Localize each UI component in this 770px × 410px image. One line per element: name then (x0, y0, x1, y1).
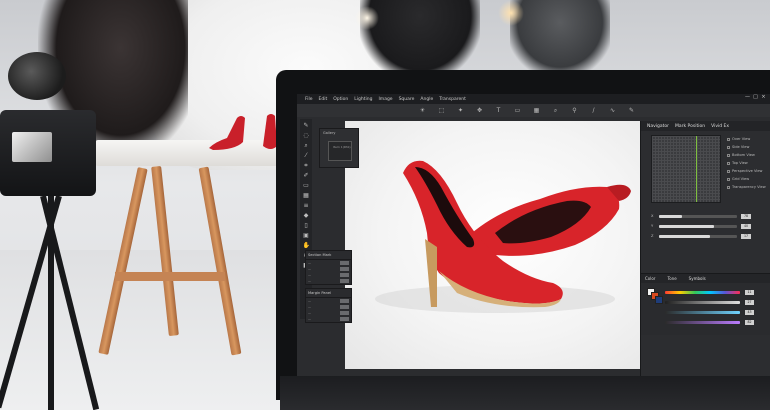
view-option[interactable]: Side View (727, 145, 766, 149)
close-button[interactable]: × (761, 95, 766, 100)
maximize-button[interactable]: □ (753, 95, 758, 100)
gallery-thumbnail[interactable]: Item 1(PAS) (328, 141, 352, 161)
menu-item-angle[interactable]: Angle (420, 97, 433, 102)
view-option[interactable]: Over View (727, 137, 766, 141)
stamp-icon[interactable]: ▣ (303, 232, 310, 239)
crop-icon[interactable]: ⌗ (303, 162, 310, 169)
tab-symbols[interactable]: Symbols (689, 276, 706, 281)
chat-icon[interactable]: ▭ (514, 107, 521, 114)
curve-icon[interactable]: ∿ (609, 107, 616, 114)
margin-panel: Margin Panel — — — — (305, 288, 352, 323)
sparkle-icon[interactable]: ✦ (457, 107, 464, 114)
panel-row[interactable]: — (306, 278, 351, 284)
search-icon[interactable]: ⌕ (552, 107, 559, 114)
text-icon[interactable]: T (495, 107, 502, 114)
background-person (360, 0, 480, 80)
position-sliders: X 78 Y 40 Z 17 (651, 211, 766, 241)
menu-item-file[interactable]: File (305, 97, 313, 102)
gallery-title: Gallery (323, 131, 336, 135)
photo-studio-scene: File Edit Option Lighting Image Square A… (0, 0, 770, 410)
slider-x[interactable]: X 78 (651, 211, 766, 221)
navigator-guide-line (696, 136, 697, 202)
toolbar: ☀ ⬚ ✦ ✥ T ▭ ▦ ⌕ ⚲ / ∿ ✎ (297, 104, 770, 117)
pin-icon[interactable]: ⚲ (571, 107, 578, 114)
tab-tone[interactable]: Tone (667, 276, 676, 281)
color-tabs: Color Tone Symbols (641, 274, 770, 283)
grid-icon[interactable]: ▦ (533, 107, 540, 114)
tab-mark-position[interactable]: Mark Position (675, 124, 705, 129)
lasso-icon[interactable]: ◌ (303, 132, 310, 139)
menu-item-edit[interactable]: Edit (319, 97, 328, 102)
lightness-slider[interactable] (665, 301, 740, 304)
photo-editor-window: File Edit Option Lighting Image Square A… (297, 94, 770, 376)
red-heels-photo (375, 160, 631, 313)
tab-color[interactable]: Color (645, 276, 655, 281)
margin-panel-title: Margin Panel (306, 289, 351, 298)
panel-row[interactable]: — (306, 316, 351, 322)
view-option[interactable]: Transparency View (727, 185, 766, 189)
tab-navigator[interactable]: Navigator (647, 124, 669, 129)
section-mark-title: Section Mark (306, 251, 351, 260)
dashed-rect-icon[interactable]: ⬚ (438, 107, 445, 114)
background-swatch[interactable] (655, 296, 663, 304)
gallery-panel[interactable]: Gallery Item 1(PAS) (319, 128, 359, 168)
needle-icon[interactable]: / (590, 107, 597, 114)
search-icon[interactable]: ⌕ (303, 142, 310, 149)
tab-vivid-ex[interactable]: Vivid Ex (711, 124, 729, 129)
microphone (8, 52, 66, 100)
layers-icon[interactable]: ≡ (303, 202, 310, 209)
channel-value[interactable]: 27 (745, 300, 754, 305)
channel-value[interactable]: 11 (745, 290, 754, 295)
sun-icon[interactable]: ☀ (419, 107, 426, 114)
menu-item-square[interactable]: Square (399, 97, 415, 102)
menu-item-transparent[interactable]: Transparent (439, 97, 466, 102)
eraser-icon[interactable]: ▯ (303, 222, 310, 229)
table-shoes (209, 114, 277, 150)
image-canvas[interactable] (345, 121, 672, 369)
channel-value[interactable]: 43 (745, 310, 754, 315)
menu-item-image[interactable]: Image (378, 97, 392, 102)
hand-icon[interactable]: ✋ (303, 242, 310, 249)
view-option[interactable]: Bottom View (727, 153, 766, 157)
shape-icon[interactable]: ▭ (303, 182, 310, 189)
minimize-button[interactable]: — (745, 95, 750, 100)
navigator-preview[interactable] (651, 135, 721, 203)
slider-y[interactable]: Y 40 (651, 221, 766, 231)
hue-slider[interactable] (665, 291, 740, 294)
eyedropper-icon[interactable]: ⁄ (303, 152, 310, 159)
menu-item-option[interactable]: Option (333, 97, 348, 102)
monitor-chin (280, 376, 770, 410)
table-shelf (115, 272, 225, 281)
grid-icon[interactable]: ▦ (303, 192, 310, 199)
studio-light (498, 0, 524, 26)
slider-value[interactable]: 78 (741, 213, 751, 219)
channel-value[interactable]: 82 (745, 320, 754, 325)
section-mark-panel: Section Mark — — — — (305, 250, 352, 285)
background-person (510, 0, 610, 75)
window-controls: — □ × (745, 95, 766, 100)
slider-value[interactable]: 40 (741, 223, 751, 229)
navigator-panel: Navigator Mark Position Vivid Ex Over Vi… (640, 121, 770, 376)
brush-icon[interactable]: ✐ (303, 172, 310, 179)
view-option[interactable]: Top View (727, 161, 766, 165)
view-option[interactable]: Perspective View (727, 169, 766, 173)
brush-icon[interactable]: ✎ (628, 107, 635, 114)
view-option[interactable]: Grid View (727, 177, 766, 181)
color-panel: Color Tone Symbols 11 27 43 82 (641, 273, 770, 335)
fill-icon[interactable]: ◆ (303, 212, 310, 219)
studio-light (355, 6, 379, 30)
camera-screen (12, 132, 52, 162)
slider-value[interactable]: 17 (741, 233, 751, 239)
view-options: Over View Side View Bottom View Top View… (727, 137, 766, 189)
tripod-leg (48, 196, 54, 410)
gallery-thumbnail-label: Item 1(PAS) (333, 145, 351, 149)
move-icon[interactable]: ✥ (476, 107, 483, 114)
slider-z[interactable]: Z 17 (651, 231, 766, 241)
menu-item-lighting[interactable]: Lighting (354, 97, 372, 102)
menu-bar: File Edit Option Lighting Image Square A… (297, 94, 770, 104)
cyan-slider[interactable] (665, 311, 740, 314)
pen-icon[interactable]: ✎ (303, 122, 310, 129)
navigator-tabs: Navigator Mark Position Vivid Ex (641, 121, 770, 131)
violet-slider[interactable] (665, 321, 740, 324)
